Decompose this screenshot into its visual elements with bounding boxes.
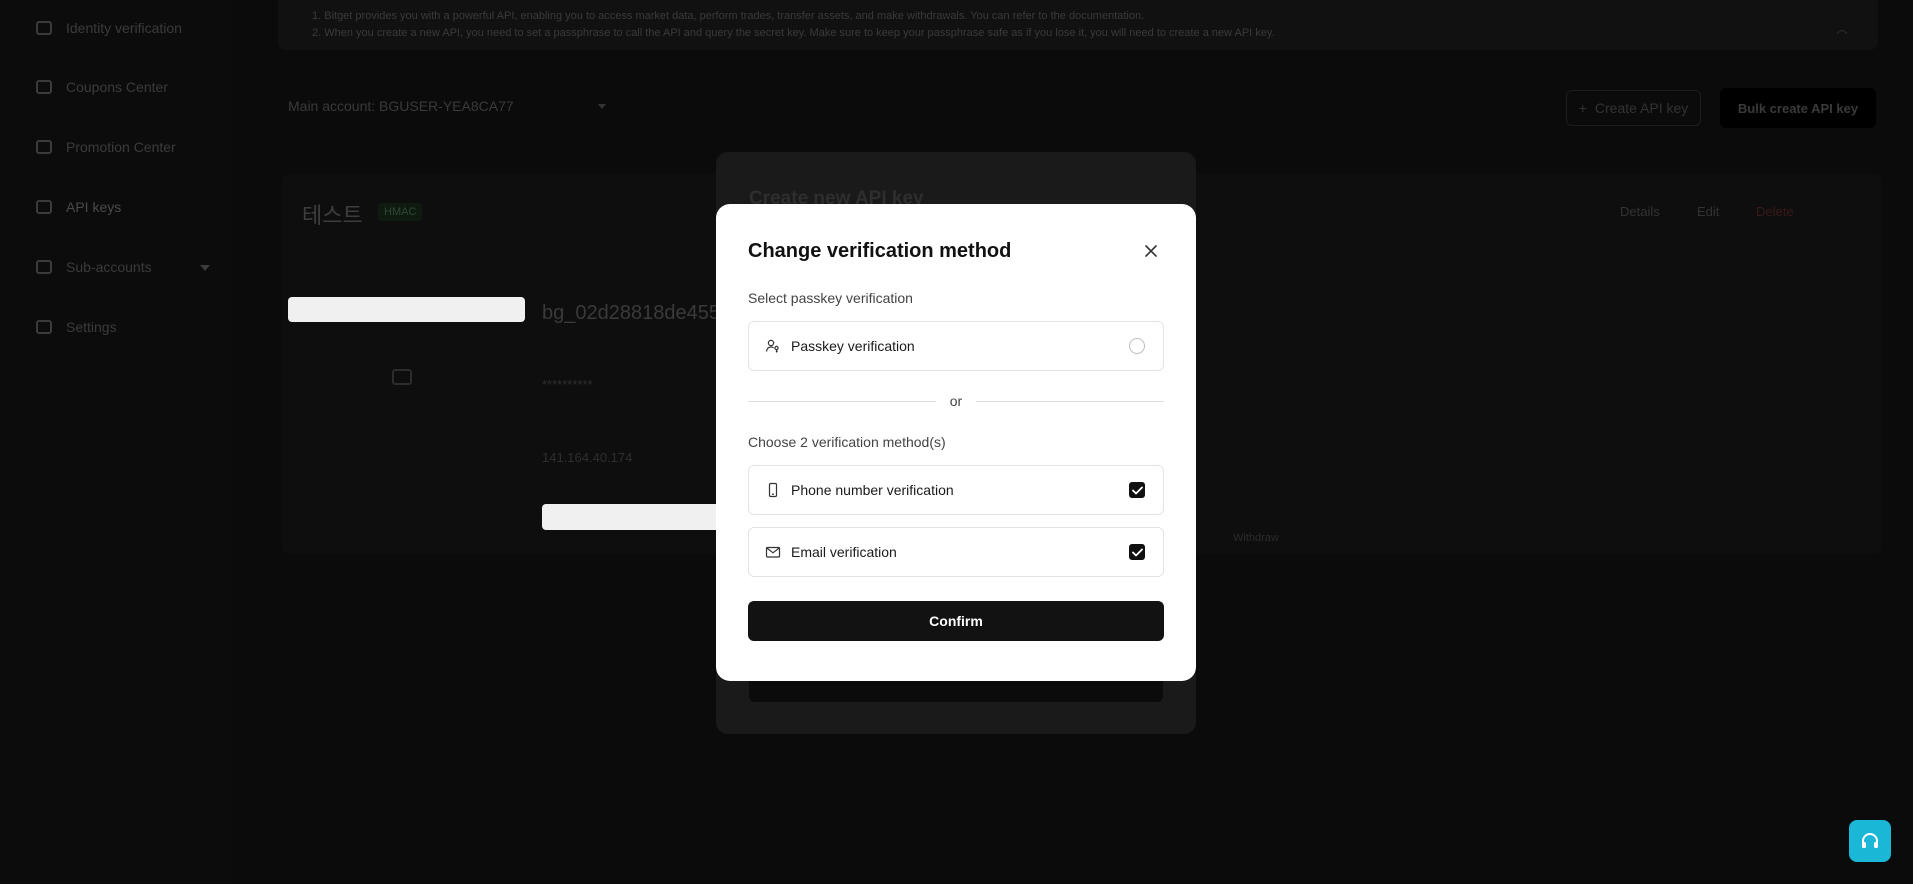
sidebar-item-label: API keys [66,199,122,215]
ip-value: 141.164.40.174 [542,450,633,465]
passkey-section-label: Select passkey verification [748,290,913,306]
close-icon [1145,245,1157,257]
change-verification-modal: Change verification method Select passke… [716,204,1196,681]
phone-icon [765,482,781,498]
create-api-key-button[interactable]: + Create API key [1566,90,1701,126]
lock-icon [392,369,412,385]
close-button[interactable] [1140,240,1162,262]
sidebar-item-label: Settings [66,319,117,335]
notice-line: 2. When you create a new API, you need t… [312,27,1275,39]
permission-text: Withdraw [1233,532,1279,544]
sidebar-item-api-keys[interactable]: API keys [36,199,121,215]
sidebar-item-identity[interactable]: Identity verification [36,20,182,36]
headset-icon [1862,833,1878,848]
user-key-icon [765,338,781,354]
redacted-field [288,297,525,322]
chevron-down-icon [598,104,606,109]
sidebar-item-label: Promotion Center [66,139,176,155]
sidebar-item-label: Sub-accounts [66,259,152,275]
sidebar-item-label: Coupons Center [66,79,168,95]
sidebar-item-sub-accounts[interactable]: Sub-accounts [36,259,152,275]
details-link[interactable]: Details [1620,204,1660,219]
redacted-field [542,504,726,530]
plus-icon: + [1578,100,1587,116]
email-checkbox[interactable] [1129,544,1145,560]
phone-option-label: Phone number verification [791,482,954,498]
notice-line: 1. Bitget provides you with a powerful A… [312,10,1145,22]
delete-link[interactable]: Delete [1756,204,1794,219]
chevron-up-icon[interactable]: ︿ [1836,20,1848,37]
phone-checkbox[interactable] [1129,482,1145,498]
megaphone-icon [36,140,52,154]
email-verification-option[interactable]: Email verification [748,527,1164,577]
sidebar-item-promotion[interactable]: Promotion Center [36,139,176,155]
support-button[interactable] [1849,820,1891,862]
passkey-option[interactable]: Passkey verification [748,321,1164,371]
account-selector[interactable]: Main account: BGUSER-YEA8CA77 [288,98,514,114]
secret-value: ********** [542,377,593,392]
sidebar-item-label: Identity verification [66,20,182,36]
passkey-option-label: Passkey verification [791,338,915,354]
check-icon [1131,548,1143,556]
or-label: or [949,393,963,409]
methods-section-label: Choose 2 verification method(s) [748,434,946,450]
edit-link[interactable]: Edit [1697,204,1719,219]
status-badge: HMAC [378,203,423,221]
chevron-down-icon [200,265,210,271]
users-icon [36,260,52,274]
id-card-icon [36,21,52,35]
or-divider: or [748,391,1164,411]
coupon-icon [36,80,52,94]
confirm-button[interactable]: Confirm [748,601,1164,641]
bulk-create-api-key-button[interactable]: Bulk create API key [1720,88,1876,128]
api-notice: 1. Bitget provides you with a powerful A… [278,0,1878,50]
mail-icon [765,544,781,560]
api-key-name: 테스트 [302,203,363,228]
sidebar-item-settings[interactable]: Settings [36,319,117,335]
create-api-key-label: Create API key [1594,100,1689,116]
check-icon [1131,486,1143,494]
key-icon [36,200,52,214]
phone-verification-option[interactable]: Phone number verification [748,465,1164,515]
sidebar-item-coupons[interactable]: Coupons Center [36,79,168,95]
passkey-radio[interactable] [1129,338,1145,354]
api-key-value: bg_02d28818de455 [542,302,720,324]
modal-title: Change verification method [748,240,1012,262]
sidebar: Identity verification Coupons Center Pro… [0,0,232,884]
email-option-label: Email verification [791,544,897,560]
settings-icon [36,320,52,334]
